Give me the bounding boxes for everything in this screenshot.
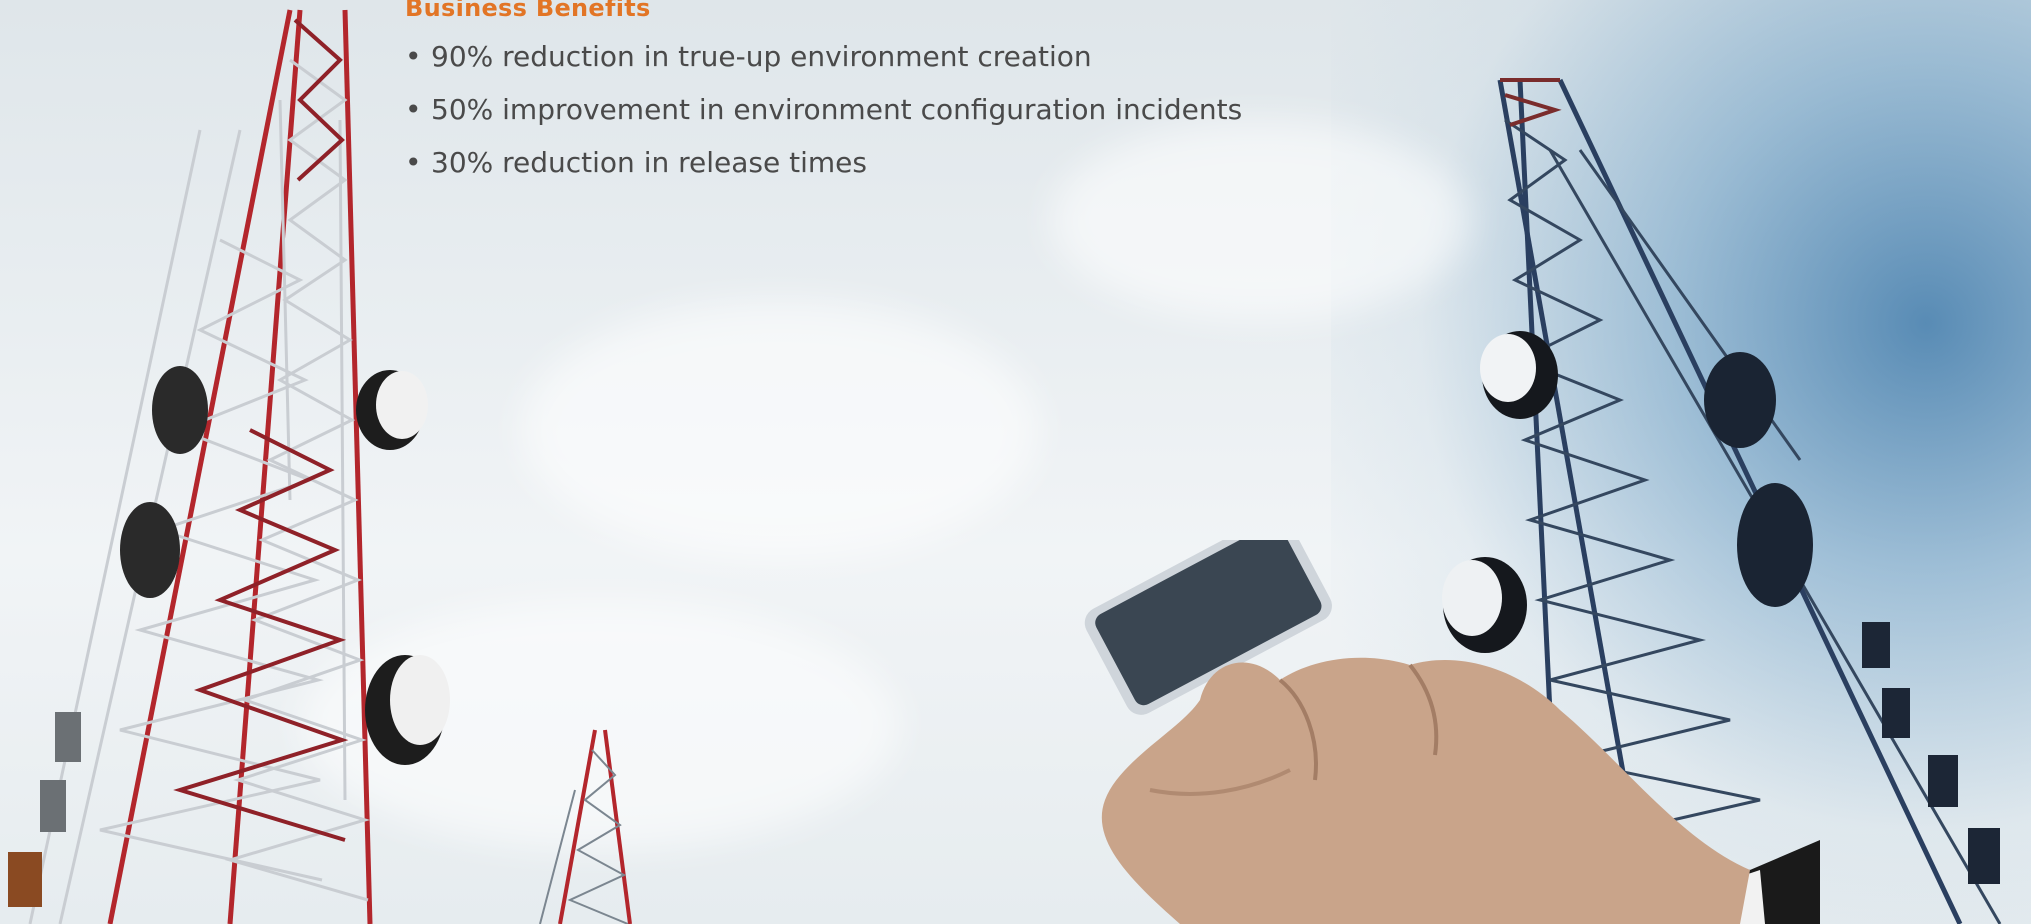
bullet-icon: •	[405, 146, 422, 179]
panel-antenna	[1928, 755, 1958, 807]
panel-antenna	[1862, 622, 1890, 668]
dish-antenna	[152, 366, 208, 454]
panel-antenna	[1882, 688, 1910, 738]
panel-antenna	[1968, 828, 2000, 884]
benefit-item: • 90% reduction in true-up environment cr…	[405, 38, 1242, 91]
panel-antenna	[55, 712, 81, 762]
dish-antenna	[120, 502, 180, 598]
small-tower-graphic	[539, 729, 632, 924]
benefit-text: 50% improvement in environment configura…	[431, 93, 1243, 126]
bullet-icon: •	[405, 40, 422, 73]
cloud	[520, 300, 1040, 560]
panel-antenna	[40, 780, 66, 832]
hand-with-phone-graphic	[1084, 540, 1820, 924]
benefit-text: 30% reduction in release times	[431, 146, 867, 179]
bullet-icon: •	[405, 93, 422, 126]
benefit-item: • 50% improvement in environment configur…	[405, 91, 1242, 144]
benefit-item: • 30% reduction in release times	[405, 144, 1242, 197]
benefits-list: • 90% reduction in true-up environment cr…	[405, 38, 1242, 197]
benefit-text: 90% reduction in true-up environment cre…	[431, 40, 1092, 73]
benefits-heading: Business Benefits	[405, 0, 651, 22]
dish-antenna	[1704, 352, 1776, 448]
left-tower-graphic	[8, 9, 450, 924]
panel-antenna	[8, 852, 42, 907]
